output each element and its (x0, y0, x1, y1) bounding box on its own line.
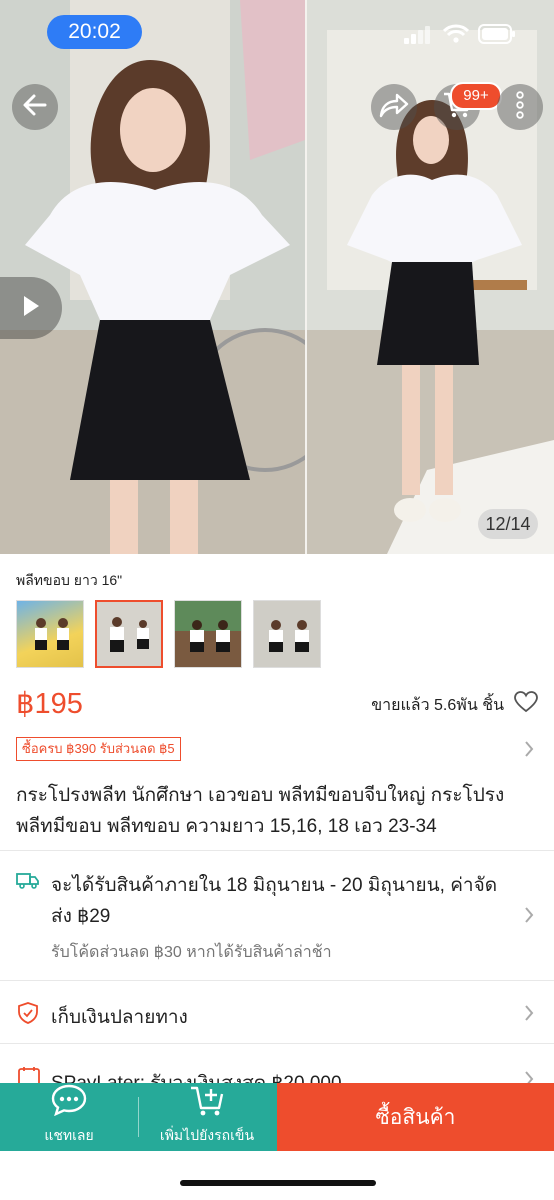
more-options-button[interactable] (497, 84, 543, 130)
add-to-cart-label: เพิ่มไปยังรถเข็น (160, 1125, 254, 1147)
product-price: ฿195 (16, 686, 83, 721)
late-delivery-voucher: รับโค้ดส่วนลด ฿30 หากได้รับสินค้าล่าช้า (51, 940, 332, 965)
chevron-right-icon[interactable] (524, 740, 534, 763)
chat-button[interactable]: แชทเลย (0, 1083, 138, 1151)
variant-thumbnails (16, 600, 321, 668)
shield-check-icon (18, 1002, 38, 1029)
buy-now-button[interactable]: ซื้อสินค้า (277, 1083, 554, 1151)
divider (0, 980, 554, 981)
variant-label: พลีทขอบ ยาว 16" (16, 570, 122, 592)
chevron-right-icon[interactable] (524, 906, 534, 929)
truck-icon (16, 872, 40, 895)
bottom-action-bar: แชทเลย เพิ่มไปยังรถเข็น ซื้อสินค้า (0, 1083, 554, 1151)
share-icon (379, 92, 409, 123)
variant-thumb-selected[interactable] (95, 600, 163, 668)
more-vertical-icon (515, 91, 525, 124)
action-divider (138, 1097, 139, 1137)
image-counter: 12/14 (478, 509, 538, 539)
divider (0, 1043, 554, 1044)
product-photo-main (0, 0, 305, 554)
chevron-right-icon[interactable] (524, 1004, 534, 1027)
play-video-button[interactable] (0, 277, 62, 339)
heart-icon[interactable] (514, 691, 538, 718)
arrow-left-icon (21, 91, 49, 124)
product-title: กระโปรงพลีท นักศึกษา เอวขอบ พลีทมีขอบจีบ… (16, 780, 536, 842)
cod-label: เก็บเงินปลายทาง (51, 1002, 188, 1032)
cart-plus-icon (189, 1084, 225, 1121)
variant-thumb[interactable] (16, 600, 84, 668)
product-image-gallery[interactable]: 20:02 99+ 12/14 (0, 0, 554, 554)
divider (0, 850, 554, 851)
back-button[interactable] (12, 84, 58, 130)
wifi-icon (443, 24, 469, 49)
status-bar: 20:02 (0, 0, 554, 62)
status-time: 20:02 (47, 15, 142, 49)
chat-label: แชทเลย (44, 1125, 93, 1147)
battery-icon (478, 24, 516, 49)
home-indicator (180, 1180, 376, 1186)
share-button[interactable] (371, 84, 417, 130)
delivery-estimate: จะได้รับสินค้าภายใน 18 มิถุนายน - 20 มิถ… (51, 870, 511, 932)
sold-count: ขายแล้ว 5.6พัน ชิ้น (371, 693, 504, 718)
variant-thumb[interactable] (253, 600, 321, 668)
variant-thumb[interactable] (174, 600, 242, 668)
play-icon (21, 294, 41, 323)
cart-count-badge: 99+ (450, 82, 502, 110)
add-to-cart-button[interactable]: เพิ่มไปยังรถเข็น (138, 1083, 276, 1151)
secondary-actions: แชทเลย เพิ่มไปยังรถเข็น (0, 1083, 277, 1151)
promo-tag[interactable]: ซื้อครบ ฿390 รับส่วนลด ฿5 (16, 737, 181, 761)
chat-icon (51, 1084, 87, 1119)
signal-icon (404, 26, 432, 49)
